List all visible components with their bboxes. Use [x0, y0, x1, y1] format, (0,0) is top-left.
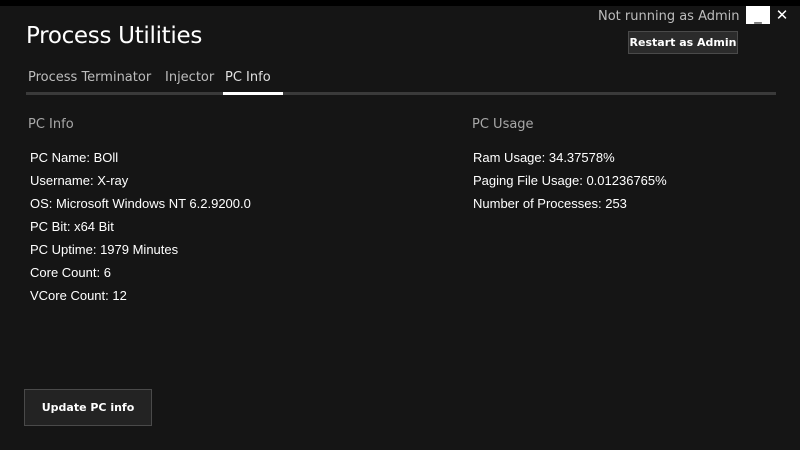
process-count-value: Number of Processes: 253 [473, 196, 627, 211]
active-tab-indicator [223, 92, 283, 95]
pc-info-list: PC Name: BOll Username: X-ray OS: Micros… [30, 150, 251, 311]
close-button[interactable]: ✕ [770, 6, 794, 24]
tab-divider [26, 92, 776, 95]
restart-as-admin-button[interactable]: Restart as Admin [628, 31, 738, 54]
app-window: Not running as Admin _ ✕ Restart as Admi… [0, 6, 800, 450]
update-pc-info-button[interactable]: Update PC info [24, 389, 152, 426]
username-value: Username: X-ray [30, 173, 129, 188]
core-count-value: Core Count: 6 [30, 265, 111, 280]
minimize-button[interactable]: _ [746, 6, 770, 24]
admin-status-text: Not running as Admin [598, 9, 740, 24]
pc-usage-heading: PC Usage [472, 117, 534, 132]
os-value: OS: Microsoft Windows NT 6.2.9200.0 [30, 196, 251, 211]
pc-uptime-value: PC Uptime: 1979 Minutes [30, 242, 179, 257]
paging-file-usage-value: Paging File Usage: 0.01236765% [473, 173, 667, 188]
pc-usage-list: Ram Usage: 34.37578% Paging File Usage: … [473, 150, 667, 219]
app-title: Process Utilities [26, 23, 203, 49]
pc-info-heading: PC Info [28, 117, 74, 132]
ram-usage-value: Ram Usage: 34.37578% [473, 150, 615, 165]
pc-bit-value: PC Bit: x64 Bit [30, 219, 114, 234]
pc-name-value: PC Name: BOll [30, 150, 119, 165]
vcore-count-value: VCore Count: 12 [30, 288, 127, 303]
